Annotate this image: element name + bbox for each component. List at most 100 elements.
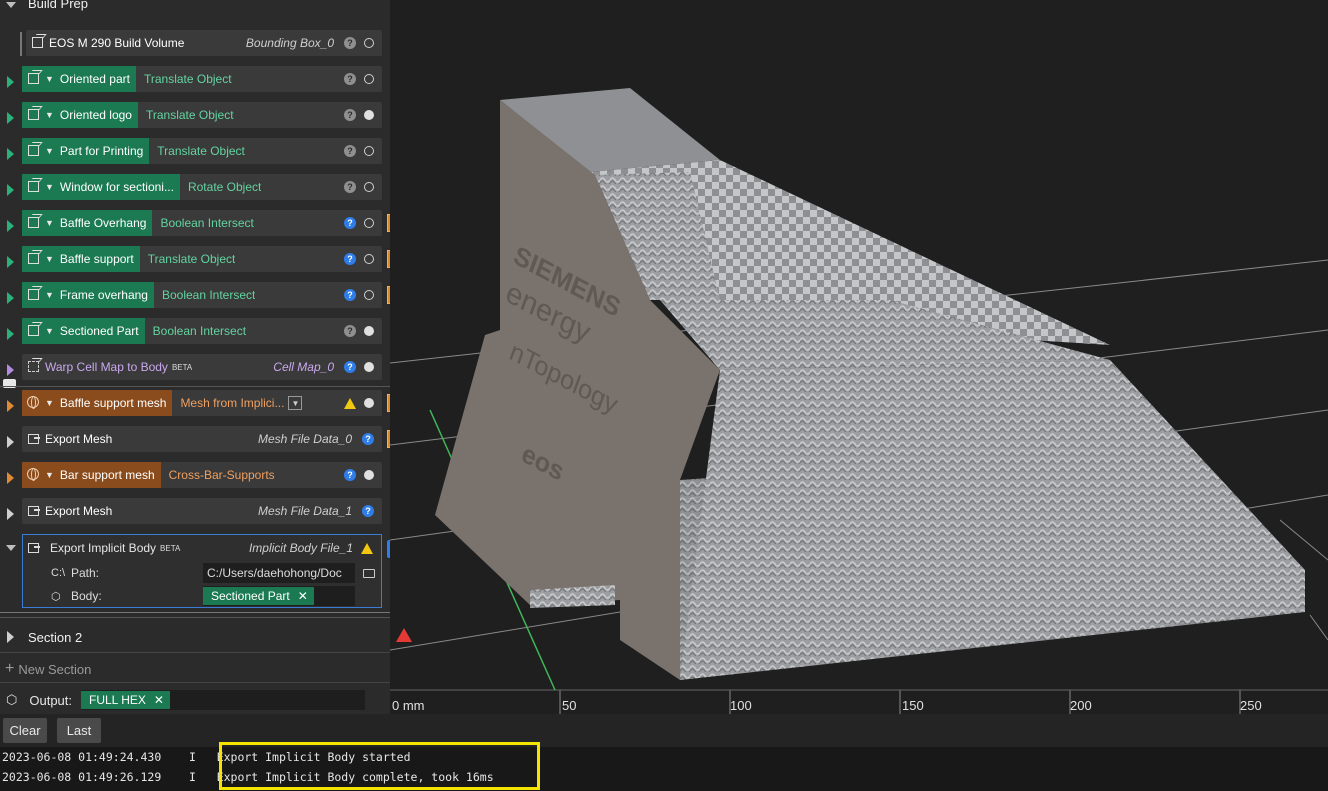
help-icon[interactable]: ?	[344, 289, 356, 301]
last-button[interactable]: Last	[57, 718, 101, 743]
expand-icon[interactable]	[7, 364, 14, 376]
help-icon[interactable]: ?	[344, 73, 356, 85]
visibility-toggle[interactable]	[364, 182, 374, 192]
node-row-baffle-overhang[interactable]: ▼ Baffle Overhang Boolean Intersect ?	[0, 208, 405, 244]
chevron-down-icon[interactable]: ▼	[45, 470, 54, 480]
node-op[interactable]: Boolean Intersect	[160, 216, 253, 230]
help-icon[interactable]: ?	[344, 253, 356, 265]
node-row-bar-support-mesh[interactable]: ▼ Bar support mesh Cross-Bar-Supports ?	[0, 460, 390, 496]
chevron-down-icon[interactable]: ▼	[45, 182, 54, 192]
collapse-icon[interactable]	[6, 2, 16, 8]
expand-icon[interactable]	[7, 436, 14, 448]
viewport-warning-icon[interactable]	[396, 628, 412, 642]
dropdown-icon[interactable]: ▼	[288, 396, 303, 410]
node-op[interactable]: Boolean Intersect	[162, 288, 255, 302]
section-header-section-2[interactable]: Section 2	[0, 622, 390, 652]
remove-icon[interactable]: ✕	[298, 589, 308, 603]
divider	[0, 617, 390, 618]
folder-icon[interactable]	[363, 568, 375, 578]
output-chip[interactable]: FULL HEX ✕	[81, 691, 170, 709]
expand-icon[interactable]	[7, 256, 14, 268]
help-icon[interactable]: ?	[362, 433, 374, 445]
chevron-down-icon[interactable]: ▼	[45, 74, 54, 84]
log-time: 2023-06-08 01:49:24.430	[2, 750, 162, 764]
help-icon[interactable]: ?	[344, 37, 356, 49]
visibility-toggle[interactable]	[364, 74, 374, 84]
visibility-toggle[interactable]	[364, 146, 374, 156]
visibility-toggle[interactable]	[364, 218, 374, 228]
body-chip[interactable]: Sectioned Part ✕	[203, 587, 314, 605]
visibility-toggle[interactable]	[364, 362, 374, 372]
node-row-build-volume[interactable]: EOS M 290 Build Volume Bounding Box_0 ?	[0, 28, 390, 64]
node-op[interactable]: Translate Object	[144, 72, 232, 86]
console-toolbar: Clear Last	[0, 714, 1328, 747]
expand-icon[interactable]	[7, 631, 14, 643]
node-op[interactable]: Rotate Object	[188, 180, 261, 194]
output-input[interactable]: FULL HEX ✕	[81, 690, 365, 710]
clear-button[interactable]: Clear	[3, 718, 47, 743]
highlight-box	[219, 742, 540, 790]
expand-icon[interactable]	[7, 112, 14, 124]
chevron-down-icon[interactable]: ▼	[45, 218, 54, 228]
visibility-toggle[interactable]	[364, 398, 374, 408]
chevron-down-icon[interactable]: ▼	[45, 254, 54, 264]
expand-icon[interactable]	[7, 400, 14, 412]
expand-icon[interactable]	[7, 76, 14, 88]
expand-icon[interactable]	[7, 148, 14, 160]
expand-icon[interactable]	[7, 472, 14, 484]
chevron-down-icon[interactable]: ▼	[45, 110, 54, 120]
expand-icon[interactable]	[7, 184, 14, 196]
node-row-warp-cell-map[interactable]: Warp Cell Map to Body BETA Cell Map_0 ?	[0, 352, 390, 388]
chevron-down-icon[interactable]: ▼	[45, 398, 54, 408]
export-icon	[26, 503, 42, 519]
expand-icon[interactable]	[7, 292, 14, 304]
path-input[interactable]: C:/Users/daehohong/Doc	[203, 563, 355, 583]
node-op[interactable]: Boolean Intersect	[153, 324, 246, 338]
body-input[interactable]: Sectioned Part ✕	[203, 586, 355, 606]
new-section-button[interactable]: + New Section	[0, 656, 390, 682]
section-header-build-prep[interactable]: Build Prep	[0, 0, 390, 14]
help-icon[interactable]: ?	[344, 469, 356, 481]
node-row-oriented-logo[interactable]: ▼ Oriented logo Translate Object ?	[0, 100, 390, 136]
node-op[interactable]: Cross-Bar-Supports	[169, 468, 275, 482]
node-row-sectioned-part[interactable]: ▼ Sectioned Part Boolean Intersect ?	[0, 316, 390, 352]
expand-icon[interactable]	[7, 328, 14, 340]
node-op[interactable]: Translate Object	[157, 144, 245, 158]
visibility-toggle[interactable]	[364, 470, 374, 480]
node-row-export-mesh-0[interactable]: Export Mesh Mesh File Data_0 ?	[0, 424, 405, 460]
help-icon[interactable]: ?	[344, 181, 356, 193]
help-icon[interactable]: ?	[344, 217, 356, 229]
node-row-part-for-printing[interactable]: ▼ Part for Printing Translate Object ?	[0, 136, 390, 172]
node-row-frame-overhang[interactable]: ▼ Frame overhang Boolean Intersect ?	[0, 280, 405, 316]
expand-icon[interactable]	[7, 508, 14, 520]
chevron-down-icon[interactable]: ▼	[45, 290, 54, 300]
help-icon[interactable]: ?	[344, 361, 356, 373]
path-icon: C:\	[51, 567, 66, 579]
remove-icon[interactable]: ✕	[154, 693, 164, 707]
help-icon[interactable]: ?	[344, 145, 356, 157]
chevron-down-icon[interactable]: ▼	[45, 146, 54, 156]
collapse-icon[interactable]	[6, 545, 16, 551]
chevron-down-icon[interactable]: ▼	[45, 326, 54, 336]
help-icon[interactable]: ?	[344, 325, 356, 337]
node-row-baffle-support[interactable]: ▼ Baffle support Translate Object ?	[0, 244, 405, 280]
help-icon[interactable]: ?	[362, 505, 374, 517]
node-row-export-mesh-1[interactable]: Export Mesh Mesh File Data_1 ?	[0, 496, 390, 532]
visibility-toggle[interactable]	[364, 290, 374, 300]
3d-viewport[interactable]: SIEMENS energy nTopology eos 0 mm 50 100…	[390, 0, 1328, 714]
node-op[interactable]: Mesh from Implici...	[180, 396, 284, 410]
help-icon[interactable]: ?	[344, 109, 356, 121]
visibility-toggle[interactable]	[364, 110, 374, 120]
node-row-oriented-part[interactable]: ▼ Oriented part Translate Object ?	[0, 64, 390, 100]
node-op[interactable]: Translate Object	[146, 108, 234, 122]
visibility-toggle[interactable]	[364, 326, 374, 336]
node-export-implicit-body[interactable]: Export Implicit Body BETA Implicit Body …	[22, 534, 382, 608]
visibility-toggle[interactable]	[364, 254, 374, 264]
axis-tick-150: 150	[902, 698, 924, 713]
node-op[interactable]: Translate Object	[148, 252, 236, 266]
node-row-window-for-sectioning[interactable]: ▼ Window for sectioni... Rotate Object ?	[0, 172, 390, 208]
visibility-toggle[interactable]	[364, 38, 374, 48]
node-row-baffle-support-mesh[interactable]: ▼ Baffle support mesh Mesh from Implici.…	[0, 388, 405, 424]
axis-tick-200: 200	[1070, 698, 1092, 713]
expand-icon[interactable]	[7, 220, 14, 232]
